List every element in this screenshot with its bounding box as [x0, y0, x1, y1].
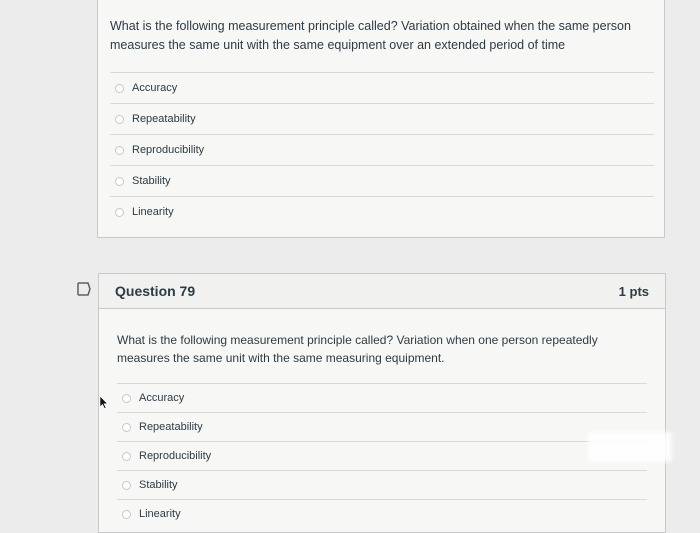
radio-button[interactable] [122, 509, 131, 519]
answer-label[interactable]: Reproducibility [139, 450, 211, 462]
answer-option[interactable]: Reproducibility [117, 441, 647, 470]
question-title: Question 79 [115, 283, 196, 299]
radio-button[interactable] [122, 422, 131, 432]
radio-button[interactable] [115, 145, 124, 155]
answer-label[interactable]: Accuracy [132, 82, 177, 94]
answer-label[interactable]: Stability [139, 479, 178, 491]
answer-label[interactable]: Reproducibility [132, 144, 204, 156]
question-points: 1 pts [618, 284, 649, 299]
radio-button[interactable] [122, 393, 131, 403]
answer-option[interactable]: Repeatability [110, 103, 654, 134]
answer-option[interactable]: Linearity [117, 499, 647, 528]
answer-label[interactable]: Repeatability [132, 113, 196, 125]
flag-question-icon[interactable] [76, 282, 92, 296]
screen-glare [588, 432, 672, 462]
question-79-card: Question 79 1 pts What is the following … [98, 273, 666, 533]
question-78-options: Accuracy Repeatability Reproducibility S… [110, 72, 654, 227]
answer-option[interactable]: Stability [117, 470, 647, 499]
question-79-options: Accuracy Repeatability Reproducibility S… [117, 383, 647, 528]
question-79-text: What is the following measurement princi… [117, 333, 598, 365]
answer-label[interactable]: Linearity [139, 508, 181, 520]
question-header: Question 79 1 pts [99, 274, 665, 309]
answer-label[interactable]: Repeatability [139, 421, 203, 433]
answer-option[interactable]: Accuracy [110, 72, 654, 103]
answer-option[interactable]: Linearity [110, 196, 654, 227]
radio-button[interactable] [115, 114, 124, 124]
question-78-card: What is the following measurement princi… [97, 0, 665, 238]
answer-option[interactable]: Stability [110, 165, 654, 196]
radio-button[interactable] [122, 480, 131, 490]
answer-label[interactable]: Stability [132, 175, 171, 187]
answer-label[interactable]: Accuracy [139, 392, 184, 404]
radio-button[interactable] [122, 451, 131, 461]
answer-option[interactable]: Reproducibility [110, 134, 654, 165]
mouse-pointer-icon [99, 395, 109, 409]
radio-button[interactable] [115, 83, 124, 93]
question-78-text: What is the following measurement princi… [110, 19, 631, 52]
radio-button[interactable] [115, 176, 124, 186]
answer-option[interactable]: Accuracy [117, 383, 647, 412]
answer-label[interactable]: Linearity [132, 206, 174, 218]
radio-button[interactable] [115, 207, 124, 217]
answer-option[interactable]: Repeatability [117, 412, 647, 441]
